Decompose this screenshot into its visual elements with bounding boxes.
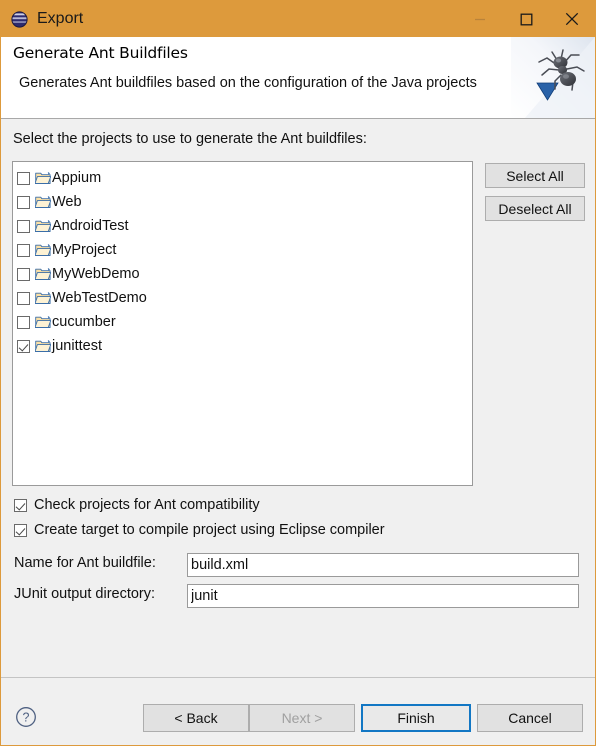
ant-buildfile-name-label: Name for Ant buildfile: bbox=[14, 555, 156, 571]
project-checkbox[interactable] bbox=[17, 315, 30, 329]
wizard-header: Generate Ant Buildfiles Generates Ant bu… bbox=[1, 37, 595, 119]
project-list-item[interactable]: cucumber bbox=[13, 310, 472, 334]
project-list-item[interactable]: junittest bbox=[13, 334, 472, 358]
project-list-item[interactable]: MyWebDemo bbox=[13, 262, 472, 286]
back-button[interactable]: < Back bbox=[143, 704, 249, 732]
project-checkbox[interactable] bbox=[17, 291, 30, 305]
folder-icon bbox=[34, 243, 52, 257]
option-check-ant-compatibility[interactable]: Check projects for Ant compatibility bbox=[14, 497, 260, 513]
project-name: WebTestDemo bbox=[52, 290, 147, 306]
project-list-item[interactable]: WebTestDemo bbox=[13, 286, 472, 310]
project-checkbox[interactable] bbox=[17, 339, 30, 353]
ant-banner-image bbox=[511, 37, 595, 118]
project-list-item[interactable]: MyProject bbox=[13, 238, 472, 262]
project-checkbox[interactable] bbox=[17, 195, 30, 209]
wizard-description: Generates Ant buildfiles based on the co… bbox=[19, 75, 477, 91]
project-name: MyWebDemo bbox=[52, 266, 140, 282]
titlebar-left: Export bbox=[1, 10, 457, 28]
junit-output-directory-label: JUnit output directory: bbox=[14, 586, 156, 602]
option-create-eclipse-compiler-target[interactable]: Create target to compile project using E… bbox=[14, 522, 385, 538]
window-titlebar: Export bbox=[1, 1, 595, 37]
project-checkbox[interactable] bbox=[17, 171, 30, 185]
project-name: Appium bbox=[52, 170, 102, 186]
dialog-body: Select the projects to use to generate t… bbox=[1, 119, 595, 745]
project-list-item[interactable]: Appium bbox=[13, 166, 472, 190]
project-name: AndroidTest bbox=[52, 218, 129, 234]
junit-output-directory-input[interactable] bbox=[187, 584, 579, 608]
wizard-title: Generate Ant Buildfiles bbox=[13, 44, 188, 62]
project-list-item[interactable]: Web bbox=[13, 190, 472, 214]
project-checkbox[interactable] bbox=[17, 267, 30, 281]
maximize-icon[interactable] bbox=[503, 1, 549, 37]
help-question-icon[interactable]: ? bbox=[15, 706, 37, 728]
project-name: cucumber bbox=[52, 314, 116, 330]
ant-buildfile-name-input[interactable] bbox=[187, 553, 579, 577]
project-checkbox[interactable] bbox=[17, 243, 30, 257]
folder-icon bbox=[34, 195, 52, 209]
close-icon[interactable] bbox=[549, 1, 595, 37]
folder-icon bbox=[34, 291, 52, 305]
window-title: Export bbox=[37, 10, 84, 27]
finish-button[interactable]: Finish bbox=[361, 704, 471, 732]
folder-icon bbox=[34, 315, 52, 329]
project-name: junittest bbox=[52, 338, 102, 354]
window-controls bbox=[457, 1, 595, 37]
project-name: MyProject bbox=[52, 242, 117, 258]
select-all-button[interactable]: Select All bbox=[485, 163, 585, 188]
folder-icon bbox=[34, 171, 52, 185]
svg-text:?: ? bbox=[23, 711, 30, 725]
checkbox[interactable] bbox=[14, 523, 27, 537]
eclipse-sphere-icon bbox=[11, 10, 28, 28]
project-checkbox[interactable] bbox=[17, 219, 30, 233]
deselect-all-button[interactable]: Deselect All bbox=[485, 196, 585, 221]
projects-instruction: Select the projects to use to generate t… bbox=[13, 131, 367, 147]
dialog-footer: ? < Back Next > Finish Cancel bbox=[1, 678, 595, 745]
cancel-button[interactable]: Cancel bbox=[477, 704, 583, 732]
project-list-item[interactable]: AndroidTest bbox=[13, 214, 472, 238]
checkbox[interactable] bbox=[14, 498, 27, 512]
next-button: Next > bbox=[249, 704, 355, 732]
option-label: Create target to compile project using E… bbox=[34, 522, 385, 538]
project-name: Web bbox=[52, 194, 82, 210]
project-list[interactable]: Appium Web AndroidTest MyProject MyWebDemo We… bbox=[12, 161, 473, 486]
folder-icon bbox=[34, 339, 52, 353]
folder-icon bbox=[34, 219, 52, 233]
minimize-icon[interactable] bbox=[457, 1, 503, 37]
export-dialog: Export Generate Ant Buildfiles Generates… bbox=[0, 0, 596, 746]
folder-icon bbox=[34, 267, 52, 281]
option-label: Check projects for Ant compatibility bbox=[34, 497, 260, 513]
